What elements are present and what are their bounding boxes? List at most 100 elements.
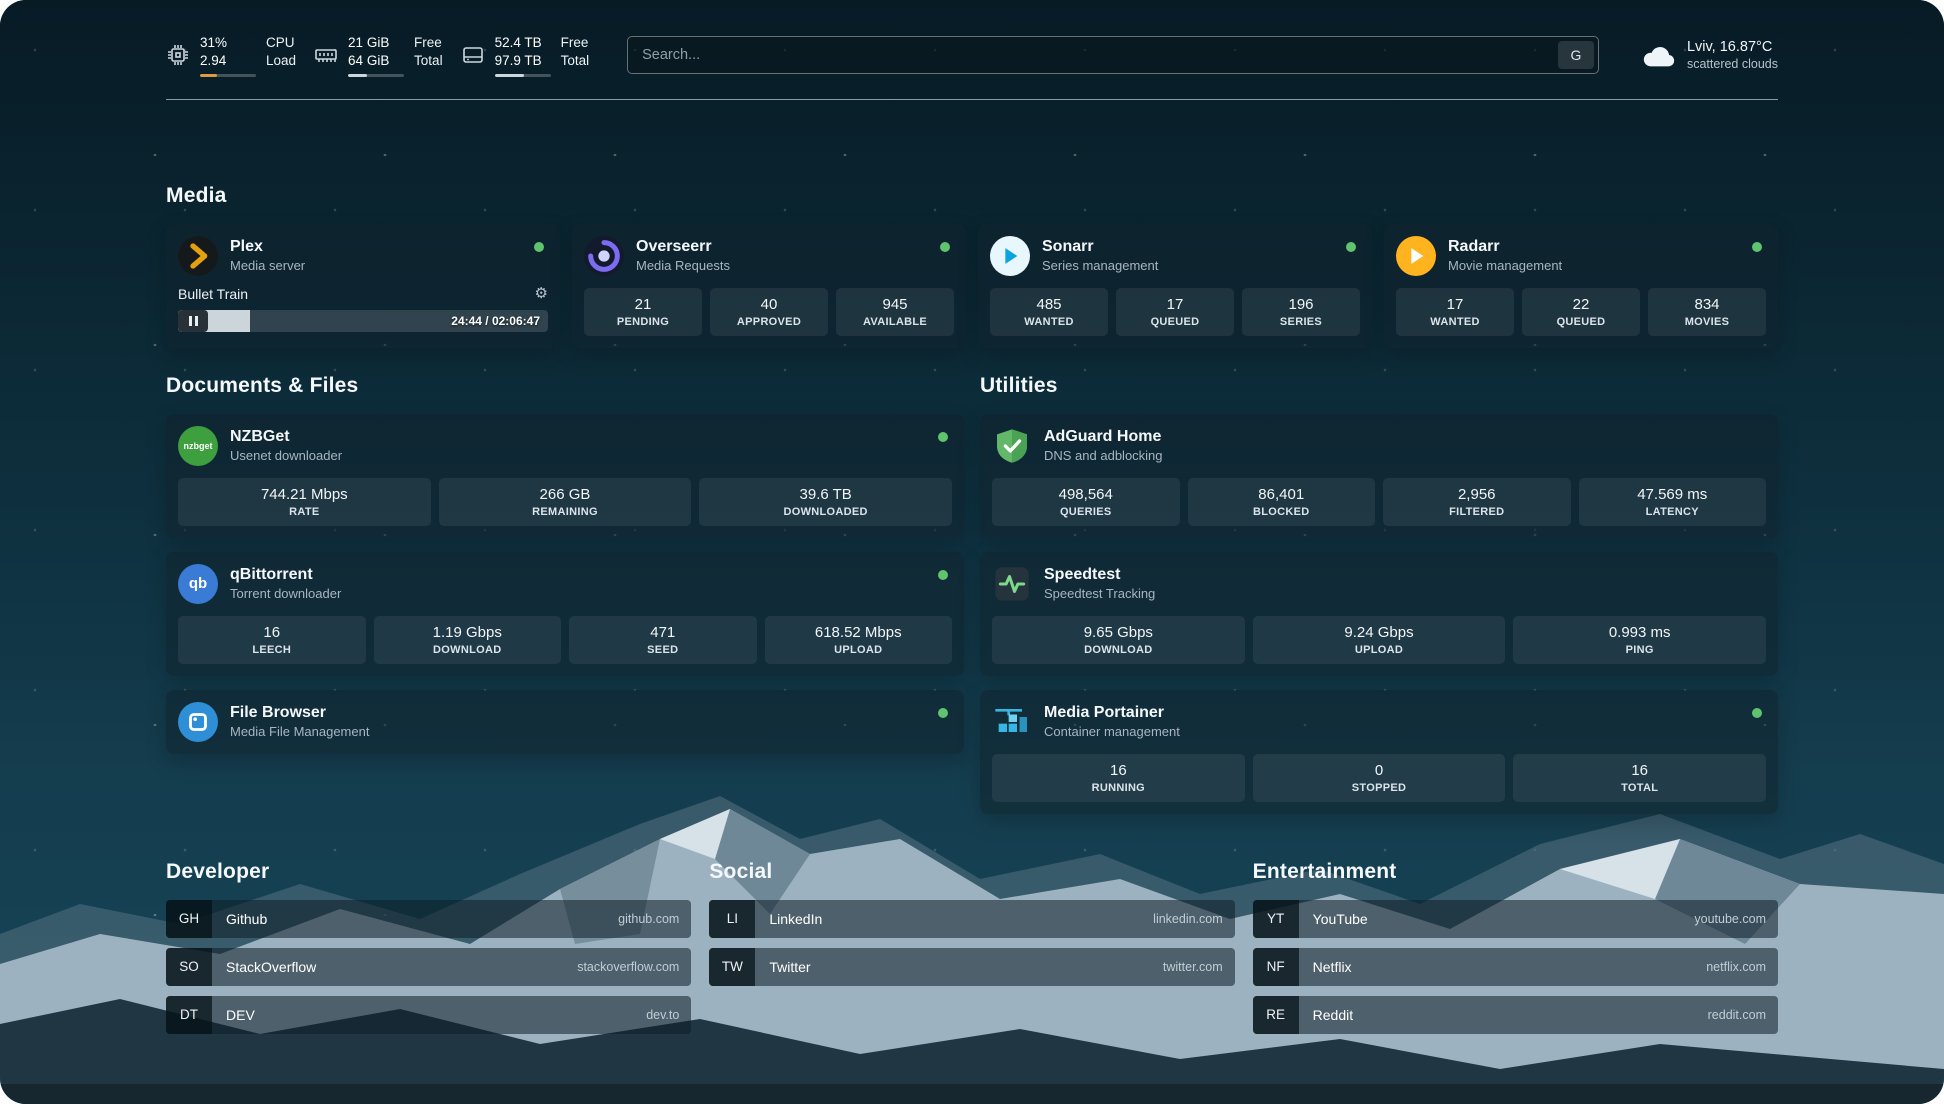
stat-seed: 471SEED: [569, 616, 757, 664]
cpu-label-top: CPU: [266, 34, 296, 52]
status-indicator: [940, 242, 950, 252]
app-card-qbittorrent[interactable]: qb qBittorrent Torrent downloader 16LEEC…: [166, 552, 964, 676]
bookmark-github[interactable]: GH Github github.com: [166, 900, 691, 938]
app-name: Media Portainer: [1044, 704, 1740, 722]
bookmark-dev[interactable]: DT DEV dev.to: [166, 996, 691, 1034]
bookmark-netflix[interactable]: NF Netflix netflix.com: [1253, 948, 1778, 986]
app-card-radarr[interactable]: Radarr Movie management 17WANTED 22QUEUE…: [1384, 224, 1778, 348]
section-social: Social LI LinkedIn linkedin.com TW Twitt…: [709, 860, 1234, 1034]
disk-total-value: 97.9 TB: [495, 52, 551, 70]
playback-progress-bar[interactable]: 24:44 / 02:06:47: [178, 310, 548, 332]
pause-button[interactable]: [178, 310, 208, 332]
section-title-social: Social: [709, 860, 1234, 884]
search-bar: G: [627, 36, 1599, 74]
bookmark-linkedin[interactable]: LI LinkedIn linkedin.com: [709, 900, 1234, 938]
cpu-label-bottom: Load: [266, 52, 296, 70]
search-engine-button[interactable]: G: [1558, 41, 1594, 69]
section-title-utilities: Utilities: [980, 374, 1778, 398]
app-card-plex[interactable]: Plex Media server Bullet Train ⚙ 24:44 /…: [166, 224, 560, 348]
bookmark-url: dev.to: [646, 1008, 679, 1022]
gear-icon[interactable]: ⚙: [535, 286, 548, 301]
bookmark-name: DEV: [226, 1007, 255, 1023]
weather-location: Lviv, 16.87°C: [1687, 39, 1778, 55]
radarr-icon: [1396, 236, 1436, 276]
stat-queries: 498,564QUERIES: [992, 478, 1180, 526]
section-title-media: Media: [166, 184, 1778, 208]
app-card-overseerr[interactable]: Overseerr Media Requests 21PENDING 40APP…: [572, 224, 966, 348]
memory-usage-bar: [348, 74, 404, 77]
cpu-usage-value: 31%: [200, 34, 256, 52]
app-subtitle: Movie management: [1448, 258, 1740, 273]
stat-downloaded: 39.6 TBDOWNLOADED: [699, 478, 952, 526]
memory-widget: 21 GiB 64 GiB Free Total: [314, 34, 443, 77]
portainer-icon: [992, 702, 1032, 742]
section-title-developer: Developer: [166, 860, 691, 884]
app-subtitle: Media Requests: [636, 258, 928, 273]
bookmark-abbr: TW: [709, 948, 755, 986]
bookmark-name: Reddit: [1313, 1007, 1353, 1023]
app-subtitle: Speedtest Tracking: [1044, 586, 1766, 601]
section-developer: Developer GH Github github.com SO StackO…: [166, 860, 691, 1034]
app-subtitle: Media server: [230, 258, 522, 273]
cloud-icon: [1641, 42, 1675, 68]
status-indicator: [1346, 242, 1356, 252]
speedtest-icon: [992, 564, 1032, 604]
bookmark-url: github.com: [618, 912, 679, 926]
app-card-filebrowser[interactable]: File Browser Media File Management: [166, 690, 964, 754]
stat-download: 1.19 GbpsDOWNLOAD: [374, 616, 562, 664]
search-input[interactable]: [627, 36, 1599, 74]
status-indicator: [1752, 242, 1762, 252]
header-divider: [166, 99, 1778, 100]
bookmark-stackoverflow[interactable]: SO StackOverflow stackoverflow.com: [166, 948, 691, 986]
cpu-usage-bar: [200, 74, 256, 77]
app-card-adguard[interactable]: AdGuard Home DNS and adblocking 498,564Q…: [980, 414, 1778, 538]
app-name: NZBGet: [230, 428, 926, 446]
bookmark-name: Twitter: [769, 959, 810, 975]
disk-label-top: Free: [561, 34, 590, 52]
sonarr-icon: [990, 236, 1030, 276]
stat-total: 16TOTAL: [1513, 754, 1766, 802]
stat-ping: 0.993 msPING: [1513, 616, 1766, 664]
app-card-speedtest[interactable]: Speedtest Speedtest Tracking 9.65 GbpsDO…: [980, 552, 1778, 676]
bookmark-abbr: NF: [1253, 948, 1299, 986]
app-subtitle: Usenet downloader: [230, 448, 926, 463]
app-name: Radarr: [1448, 238, 1740, 256]
status-indicator: [534, 242, 544, 252]
system-metrics: 31% 2.94 CPU Load: [166, 34, 589, 77]
bookmark-reddit[interactable]: RE Reddit reddit.com: [1253, 996, 1778, 1034]
stat-blocked: 86,401BLOCKED: [1188, 478, 1376, 526]
status-indicator: [938, 432, 948, 442]
filebrowser-icon: [178, 702, 218, 742]
bookmark-url: twitter.com: [1163, 960, 1223, 974]
app-card-portainer[interactable]: Media Portainer Container management 16R…: [980, 690, 1778, 814]
memory-label-bottom: Total: [414, 52, 443, 70]
app-subtitle: DNS and adblocking: [1044, 448, 1766, 463]
stat-wanted: 17WANTED: [1396, 288, 1514, 336]
stat-queued: 17QUEUED: [1116, 288, 1234, 336]
app-card-sonarr[interactable]: Sonarr Series management 485WANTED 17QUE…: [978, 224, 1372, 348]
section-title-entertainment: Entertainment: [1253, 860, 1778, 884]
weather-description: scattered clouds: [1687, 57, 1778, 71]
disk-usage-bar: [495, 74, 551, 77]
bookmark-name: Netflix: [1313, 959, 1352, 975]
cpu-load-value: 2.94: [200, 52, 256, 70]
app-card-nzbget[interactable]: nzbget NZBGet Usenet downloader 744.21 M…: [166, 414, 964, 538]
stat-available: 945AVAILABLE: [836, 288, 954, 336]
weather-widget: Lviv, 16.87°C scattered clouds: [1641, 39, 1778, 71]
bookmark-name: YouTube: [1313, 911, 1368, 927]
memory-icon: [314, 43, 338, 67]
bookmark-abbr: YT: [1253, 900, 1299, 938]
disk-label-bottom: Total: [561, 52, 590, 70]
bookmark-youtube[interactable]: YT YouTube youtube.com: [1253, 900, 1778, 938]
memory-free-value: 21 GiB: [348, 34, 404, 52]
bookmark-abbr: SO: [166, 948, 212, 986]
stat-running: 16RUNNING: [992, 754, 1245, 802]
bookmark-url: linkedin.com: [1153, 912, 1222, 926]
disk-widget: 52.4 TB 97.9 TB Free Total: [461, 34, 590, 77]
stat-leech: 16LEECH: [178, 616, 366, 664]
stat-upload: 9.24 GbpsUPLOAD: [1253, 616, 1506, 664]
bookmark-url: reddit.com: [1708, 1008, 1766, 1022]
nzbget-icon: nzbget: [178, 426, 218, 466]
bookmark-twitter[interactable]: TW Twitter twitter.com: [709, 948, 1234, 986]
app-name: Sonarr: [1042, 238, 1334, 256]
